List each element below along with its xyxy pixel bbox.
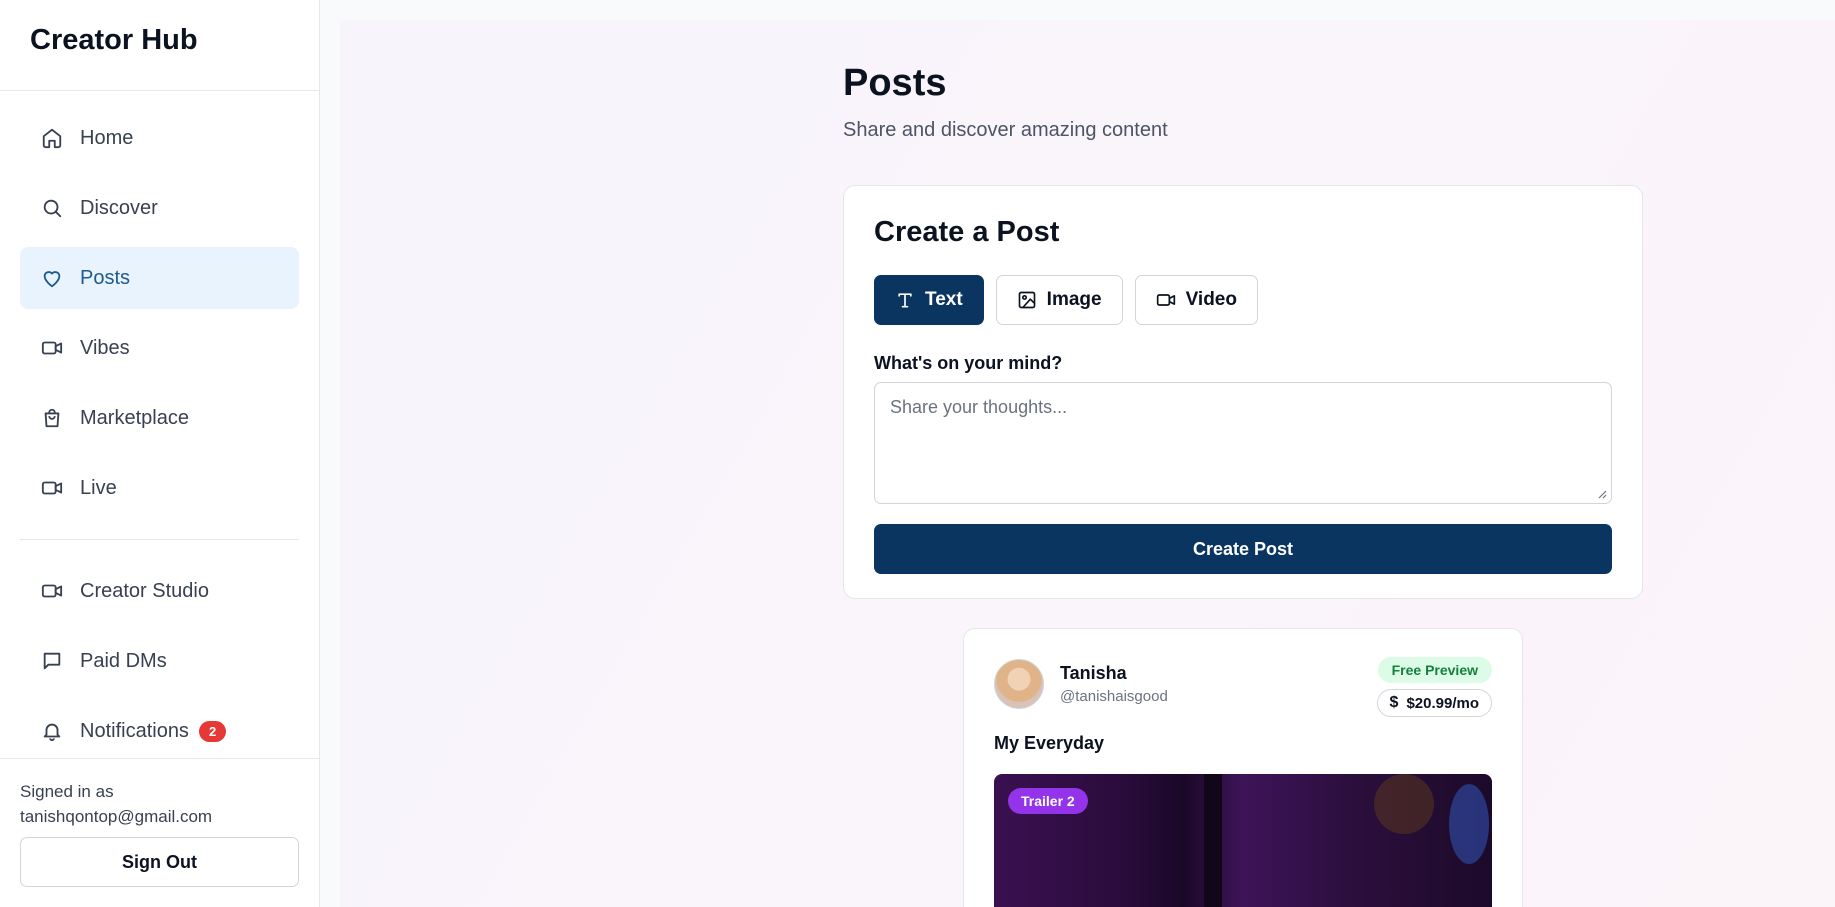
notification-count-badge: 2 <box>198 720 227 742</box>
signed-in-email: tanishqontop@gmail.com <box>20 807 213 826</box>
sidebar: Creator Hub Home Discover Posts Vibes Ma… <box>0 0 320 907</box>
post-author: Tanisha @tanishaisgood <box>1060 663 1168 705</box>
create-post-button[interactable]: Create Post <box>874 524 1612 574</box>
tab-label: Text <box>925 289 963 310</box>
media-object <box>1449 784 1489 864</box>
dollar-icon: $ <box>1389 694 1399 711</box>
sidebar-item-vibes[interactable]: Vibes <box>20 317 299 379</box>
sidebar-item-live[interactable]: Live <box>20 457 299 519</box>
resize-handle-icon[interactable] <box>1597 489 1607 499</box>
nav-divider <box>20 539 299 540</box>
media-highlight <box>1374 774 1434 834</box>
create-post-card: Create a Post Text Image Video What's on… <box>843 185 1643 599</box>
page-header: Posts Share and discover amazing content <box>843 62 1168 142</box>
author-name[interactable]: Tanisha <box>1060 663 1168 684</box>
shopping-bag-icon <box>40 406 64 430</box>
sidebar-item-label: Vibes <box>80 336 130 359</box>
tab-video[interactable]: Video <box>1134 275 1258 325</box>
post-header: Tanisha @tanishaisgood Free Preview $ $2… <box>994 657 1492 717</box>
sidebar-item-paid-dms[interactable]: Paid DMs <box>20 630 299 692</box>
bell-icon <box>40 719 64 743</box>
media-shadow <box>1204 774 1222 907</box>
post-text-placeholder: Share your thoughts... <box>890 397 1068 417</box>
trailer-badge: Trailer 2 <box>1008 788 1088 814</box>
page-subtitle: Share and discover amazing content <box>843 119 1168 141</box>
tab-label: Image <box>1046 289 1102 310</box>
free-preview-badge: Free Preview <box>1377 657 1492 683</box>
home-icon <box>40 126 64 150</box>
sidebar-footer: Signed in as tanishqontop@gmail.com Sign… <box>0 758 319 907</box>
sidebar-item-label: Posts <box>80 266 131 289</box>
text-type-icon <box>898 293 912 308</box>
video-icon <box>40 579 64 603</box>
message-icon <box>40 649 64 673</box>
sidebar-item-label: Live <box>80 476 117 499</box>
sign-out-button[interactable]: Sign Out <box>20 837 299 887</box>
primary-nav: Home Discover Posts Vibes Marketplace Li… <box>0 91 319 519</box>
signed-in-label: Signed in as <box>20 782 114 801</box>
tab-label: Video <box>1185 289 1237 310</box>
main-content: Posts Share and discover amazing content… <box>340 20 1835 907</box>
sidebar-item-home[interactable]: Home <box>20 107 299 169</box>
post-type-tabs: Text Image Video <box>874 275 1612 325</box>
sidebar-item-posts[interactable]: Posts <box>20 247 299 309</box>
subscription-price-button[interactable]: $ $20.99/mo <box>1376 689 1492 717</box>
sidebar-item-label: Notifications <box>80 719 189 742</box>
secondary-nav: Creator Studio Paid DMs Notifications 2 <box>0 560 319 762</box>
post-badges: Free Preview $ $20.99/mo <box>1376 657 1492 717</box>
avatar[interactable] <box>994 659 1044 709</box>
video-icon <box>1156 294 1175 306</box>
create-post-title: Create a Post <box>874 216 1060 248</box>
sidebar-item-discover[interactable]: Discover <box>20 177 299 239</box>
video-icon <box>40 336 64 360</box>
page-title: Posts <box>843 62 947 104</box>
sidebar-item-marketplace[interactable]: Marketplace <box>20 387 299 449</box>
post-title: My Everyday <box>994 733 1105 753</box>
sidebar-item-label: Paid DMs <box>80 649 167 672</box>
tab-text[interactable]: Text <box>874 275 984 325</box>
author-handle: @tanishaisgood <box>1060 688 1168 705</box>
post-text-input[interactable]: Share your thoughts... <box>874 382 1612 504</box>
price-label: $20.99/mo <box>1406 694 1479 712</box>
sidebar-item-creator-studio[interactable]: Creator Studio <box>20 560 299 622</box>
image-icon <box>1018 291 1036 309</box>
post-media[interactable]: Trailer 2 <box>994 774 1492 907</box>
brand-title[interactable]: Creator Hub <box>0 0 319 91</box>
search-icon <box>40 196 64 220</box>
post-field-label: What's on your mind? <box>874 353 1063 373</box>
sidebar-item-label: Creator Studio <box>80 579 209 602</box>
tab-image[interactable]: Image <box>995 275 1123 325</box>
post-card: Tanisha @tanishaisgood Free Preview $ $2… <box>963 628 1523 907</box>
sidebar-item-notifications[interactable]: Notifications 2 <box>20 700 299 762</box>
sidebar-item-label: Marketplace <box>80 406 189 429</box>
heart-icon <box>40 266 64 290</box>
sidebar-item-label: Discover <box>80 196 158 219</box>
video-icon <box>40 476 64 500</box>
sidebar-item-label: Home <box>80 126 134 149</box>
